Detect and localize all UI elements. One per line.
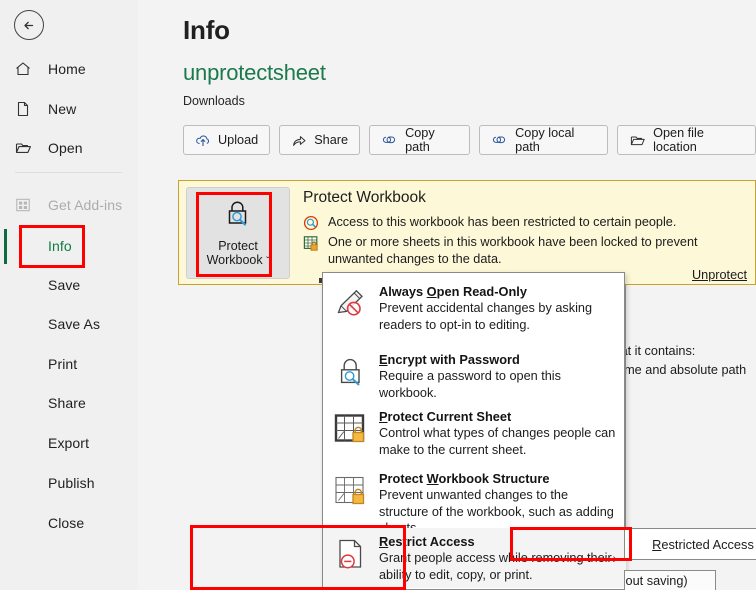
sidebar-item-new[interactable]: New xyxy=(0,92,138,126)
sidebar-item-export[interactable]: Export xyxy=(0,426,138,460)
back-arrow-icon[interactable] xyxy=(14,10,44,40)
sidebar-item-open[interactable]: Open xyxy=(0,131,138,165)
sidebar-item-info[interactable]: Info xyxy=(0,229,138,263)
protect-button-line1: Protect xyxy=(218,239,258,253)
pencil-blocked-icon xyxy=(323,278,379,340)
copy-local-path-button[interactable]: Copy local path xyxy=(479,125,609,155)
sidebar-item-label: Publish xyxy=(48,475,95,491)
protect-message-text: Access to this workbook has been restric… xyxy=(328,215,677,229)
menu-item-always-open-read-only[interactable]: Always Open Read-Only Prevent accidental… xyxy=(323,278,626,340)
restrict-access-doc-icon xyxy=(323,528,379,588)
workbook-structure-icon xyxy=(323,465,379,521)
menu-item-description: Grant people access while removing their… xyxy=(379,551,612,582)
restricted-access-icon xyxy=(303,214,320,236)
open-file-location-button[interactable]: Open file location xyxy=(617,125,756,155)
padlock-key-icon xyxy=(323,346,379,394)
background-text-line-2: name and absolute path xyxy=(610,363,747,377)
submenu-restricted-access[interactable]: Restricted Access xyxy=(624,528,756,560)
sidebar-item-label: Home xyxy=(48,61,86,77)
sidebar-item-home[interactable]: Home xyxy=(0,52,138,86)
menu-item-description: Require a password to open this workbook… xyxy=(379,369,561,400)
backstage-sidebar: Home New Open Get Add-ins Info Save Save… xyxy=(0,0,138,590)
backstage-main-pane: Info unprotectsheet Downloads Upload Sha… xyxy=(138,0,756,590)
menu-item-title: Encrypt with Password xyxy=(379,352,520,367)
lock-key-icon xyxy=(221,197,255,234)
sidebar-item-label: Print xyxy=(48,356,78,372)
menu-item-protect-workbook-structure[interactable]: Protect Workbook Structure Prevent unwan… xyxy=(323,465,626,535)
share-icon xyxy=(291,133,307,148)
protect-workbook-button[interactable]: Protect Workbook ˇ xyxy=(186,187,290,279)
excel-backstage-info-screen: Home New Open Get Add-ins Info Save Save… xyxy=(0,0,756,590)
sidebar-item-label: Share xyxy=(48,395,86,411)
protect-message-restricted: Access to this workbook has been restric… xyxy=(303,214,676,236)
sidebar-item-label: Open xyxy=(48,140,83,156)
menu-item-title: Restrict Access xyxy=(379,534,475,549)
folder-icon xyxy=(14,139,46,157)
button-label: Open file location xyxy=(653,126,704,154)
menu-item-description: Control what types of changes people can… xyxy=(379,426,616,457)
sidebar-item-label: Save xyxy=(48,277,81,293)
protect-workbook-info-box: Protect Workbook ˇ Protect Workbook Acce… xyxy=(178,180,756,287)
partial-tooltip-box: without saving) xyxy=(624,570,716,590)
page-title: Info xyxy=(183,15,230,45)
chevron-right-icon: › xyxy=(612,550,617,566)
menu-item-encrypt-with-password[interactable]: Encrypt with Password Require a password… xyxy=(323,346,626,400)
sidebar-item-label: Save As xyxy=(48,316,101,332)
sidebar-item-save-as[interactable]: Save As xyxy=(0,307,138,341)
submenu-item-label: Restricted Access xyxy=(652,536,754,552)
protect-workbook-dropdown-menu: Always Open Read-Only Prevent accidental… xyxy=(322,272,626,590)
sidebar-item-label: New xyxy=(48,101,77,117)
sidebar-item-label: Get Add-ins xyxy=(48,197,123,213)
file-location: Downloads xyxy=(183,94,245,108)
sidebar-item-publish[interactable]: Publish xyxy=(0,466,138,500)
sidebar-item-get-add-ins[interactable]: Get Add-ins xyxy=(0,188,138,222)
protect-button-line2: Workbook ˇ xyxy=(206,253,270,267)
sidebar-item-save[interactable]: Save xyxy=(0,268,138,302)
folder-open-icon xyxy=(629,133,646,148)
menu-item-title: Protect Workbook Structure xyxy=(379,471,550,486)
copy-path-button[interactable]: Copy path xyxy=(369,125,471,155)
file-name: unprotectsheet xyxy=(183,60,326,85)
link-icon xyxy=(381,133,398,148)
home-icon xyxy=(14,60,46,78)
sidebar-item-print[interactable]: Print xyxy=(0,347,138,381)
protect-message-sheets-locked: One or more sheets in this workbook have… xyxy=(303,234,755,268)
file-action-buttons: Upload Share Copy path Copy local path O… xyxy=(183,125,756,155)
menu-item-description: Prevent accidental changes by asking rea… xyxy=(379,301,592,332)
upload-cloud-icon xyxy=(195,133,211,148)
button-label: Copy local path xyxy=(515,126,575,154)
sheet-protect-icon xyxy=(323,403,379,459)
sidebar-item-label: Close xyxy=(48,515,85,531)
sidebar-item-label: Info xyxy=(48,238,72,254)
tooltip-text: without saving) xyxy=(625,574,688,588)
upload-button[interactable]: Upload xyxy=(183,125,271,155)
sidebar-item-label: Export xyxy=(48,435,90,451)
sheet-lock-icon xyxy=(303,234,320,257)
menu-item-title: Always Open Read-Only xyxy=(379,284,527,299)
share-button[interactable]: Share xyxy=(279,125,361,155)
link-icon xyxy=(491,133,508,148)
protect-message-text: One or more sheets in this workbook have… xyxy=(328,235,698,266)
button-label: Copy path xyxy=(405,126,435,154)
sidebar-item-close[interactable]: Close xyxy=(0,506,138,540)
sidebar-item-share[interactable]: Share xyxy=(0,386,138,420)
sidebar-divider xyxy=(15,172,122,173)
addins-icon xyxy=(14,196,46,214)
menu-item-protect-current-sheet[interactable]: Protect Current Sheet Control what types… xyxy=(323,403,626,459)
protect-workbook-heading: Protect Workbook xyxy=(303,189,426,206)
chevron-down-icon: ˇ xyxy=(266,256,270,267)
menu-item-title: Protect Current Sheet xyxy=(379,409,512,424)
button-label: Share xyxy=(314,133,349,147)
page-icon xyxy=(14,100,46,118)
menu-item-restrict-access[interactable]: Restrict Access Grant people access whil… xyxy=(323,528,626,588)
button-label: Upload xyxy=(218,133,259,147)
unprotect-link[interactable]: Unprotect xyxy=(692,268,747,282)
